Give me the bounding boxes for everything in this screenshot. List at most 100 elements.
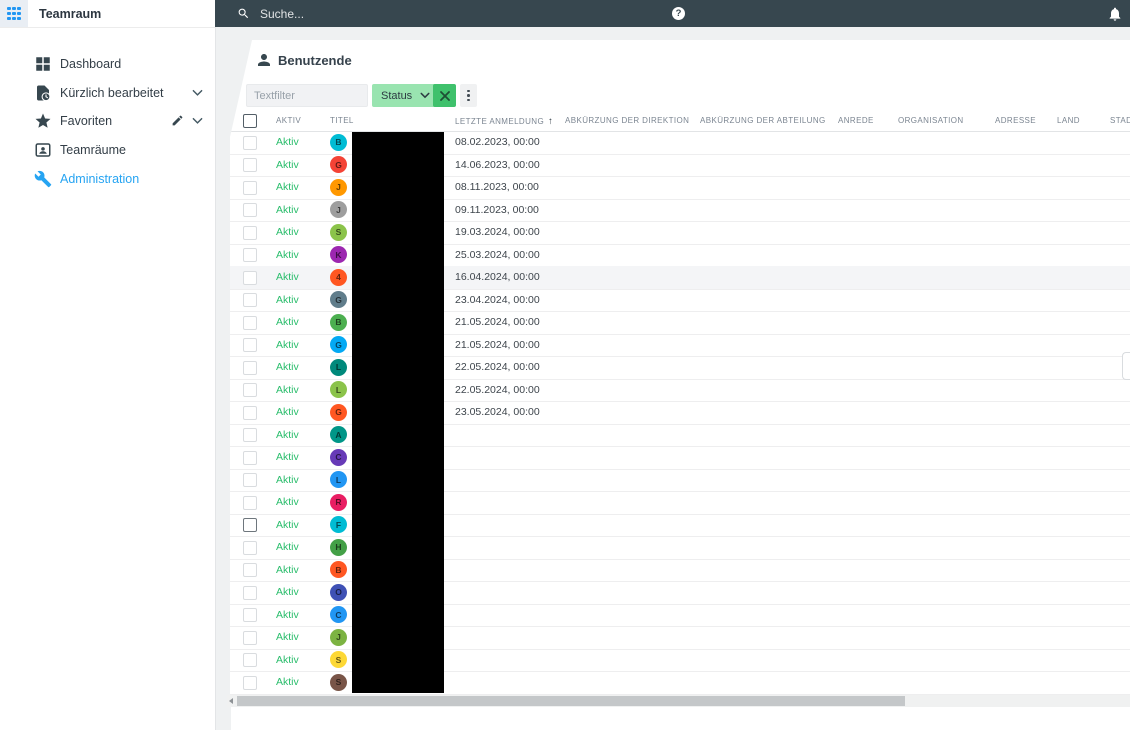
row-checkbox[interactable]: [243, 541, 257, 555]
avatar: J: [330, 629, 347, 646]
column-header[interactable]: ANREDE: [838, 116, 874, 125]
global-search[interactable]: [237, 0, 522, 27]
textfilter-input[interactable]: [246, 84, 368, 107]
bell-icon[interactable]: [1107, 6, 1123, 22]
avatar: J: [330, 201, 347, 218]
row-checkbox[interactable]: [243, 338, 257, 352]
horizontal-scrollbar-thumb[interactable]: [237, 696, 905, 706]
star-icon: [34, 112, 52, 130]
redacted-title-column: [352, 132, 444, 693]
status-badge: Aktiv: [276, 564, 299, 576]
status-badge: Aktiv: [276, 676, 299, 688]
avatar: L: [330, 381, 347, 398]
content-background: [215, 27, 231, 730]
more-options-button[interactable]: [460, 84, 477, 107]
status-badge: Aktiv: [276, 294, 299, 306]
users-panel: Benutzende Status AKTIVTITELLETZTE ANMEL…: [230, 40, 1130, 695]
sort-ascending-icon[interactable]: ↑: [548, 116, 553, 127]
sidebar-header: Teamraum: [0, 0, 215, 28]
avatar: B: [330, 314, 347, 331]
avatar: H: [330, 539, 347, 556]
avatar: G: [330, 156, 347, 173]
sidebar-item-favorites[interactable]: Favoriten: [0, 107, 215, 135]
row-checkbox[interactable]: [243, 473, 257, 487]
sidebar-item-teamrooms[interactable]: Teamräume: [0, 136, 215, 164]
sidebar-item-label: Dashboard: [60, 57, 121, 71]
row-checkbox[interactable]: [243, 518, 257, 532]
column-header[interactable]: STADT: [1110, 116, 1130, 125]
row-checkbox[interactable]: [243, 451, 257, 465]
row-checkbox[interactable]: [243, 316, 257, 330]
row-checkbox[interactable]: [243, 631, 257, 645]
clear-filter-button[interactable]: [433, 84, 456, 107]
status-badge: Aktiv: [276, 541, 299, 553]
row-checkbox[interactable]: [243, 406, 257, 420]
row-checkbox[interactable]: [243, 181, 257, 195]
last-login-value: 23.05.2024, 00:00: [455, 406, 540, 418]
search-input[interactable]: [258, 6, 522, 22]
help-icon[interactable]: ?: [672, 7, 685, 20]
row-checkbox[interactable]: [243, 226, 257, 240]
edit-pencil-icon[interactable]: [171, 114, 184, 127]
sidebar-item-label: Favoriten: [60, 114, 112, 128]
row-checkbox[interactable]: [243, 653, 257, 667]
vertical-scrollbar-thumb[interactable]: [1122, 352, 1130, 380]
avatar: R: [330, 494, 347, 511]
row-checkbox[interactable]: [243, 203, 257, 217]
avatar: O: [330, 584, 347, 601]
apps-grid-icon: [7, 7, 21, 21]
column-header[interactable]: ABKÜRZUNG DER DIREKTION: [565, 116, 689, 125]
status-badge: Aktiv: [276, 181, 299, 193]
dashboard-icon: [34, 55, 52, 73]
column-header[interactable]: LAND: [1057, 116, 1080, 125]
last-login-value: 25.03.2024, 00:00: [455, 249, 540, 261]
row-checkbox[interactable]: [243, 608, 257, 622]
avatar: S: [330, 651, 347, 668]
row-checkbox[interactable]: [243, 586, 257, 600]
chevron-down-icon[interactable]: [192, 89, 203, 97]
avatar: A: [330, 426, 347, 443]
row-checkbox[interactable]: [243, 563, 257, 577]
row-checkbox[interactable]: [243, 496, 257, 510]
avatar: C: [330, 449, 347, 466]
chevron-down-icon: [420, 92, 430, 99]
column-header[interactable]: ABKÜRZUNG DER ABTEILUNG: [700, 116, 826, 125]
row-checkbox[interactable]: [243, 383, 257, 397]
chevron-down-icon[interactable]: [192, 117, 203, 125]
status-badge: Aktiv: [276, 496, 299, 508]
row-checkbox[interactable]: [243, 361, 257, 375]
status-badge: Aktiv: [276, 339, 299, 351]
last-login-value: 09.11.2023, 00:00: [455, 204, 539, 216]
row-checkbox[interactable]: [243, 248, 257, 262]
avatar: C: [330, 606, 347, 623]
status-filter-dropdown[interactable]: Status: [372, 84, 439, 107]
sidebar-item-recently-edited[interactable]: Kürzlich bearbeitet: [0, 79, 215, 107]
teamrooms-icon: [34, 141, 52, 159]
row-checkbox[interactable]: [243, 158, 257, 172]
last-login-value: 22.05.2024, 00:00: [455, 361, 540, 373]
sidebar-item-dashboard[interactable]: Dashboard: [0, 50, 215, 78]
row-checkbox[interactable]: [243, 293, 257, 307]
row-checkbox[interactable]: [243, 676, 257, 690]
status-badge: Aktiv: [276, 226, 299, 238]
column-header[interactable]: ORGANISATION: [898, 116, 964, 125]
column-header[interactable]: ADRESSE: [995, 116, 1036, 125]
app-launcher-button[interactable]: [0, 0, 28, 27]
scroll-left-arrow-icon[interactable]: [229, 698, 233, 704]
last-login-value: 21.05.2024, 00:00: [455, 316, 540, 328]
row-checkbox[interactable]: [243, 271, 257, 285]
status-badge: Aktiv: [276, 474, 299, 486]
row-checkbox[interactable]: [243, 136, 257, 150]
row-checkbox[interactable]: [243, 428, 257, 442]
column-header[interactable]: LETZTE ANMELDUNG↑: [455, 116, 553, 127]
topbar: ?: [215, 0, 1130, 27]
select-all-checkbox[interactable]: [243, 114, 257, 128]
column-header[interactable]: TITEL: [330, 116, 354, 125]
sidebar-item-label: Teamräume: [60, 143, 126, 157]
status-badge: Aktiv: [276, 384, 299, 396]
sidebar-item-administration[interactable]: Administration: [0, 165, 215, 193]
avatar: S: [330, 224, 347, 241]
status-badge: Aktiv: [276, 249, 299, 261]
avatar: L: [330, 471, 347, 488]
column-header[interactable]: AKTIV: [276, 116, 301, 125]
